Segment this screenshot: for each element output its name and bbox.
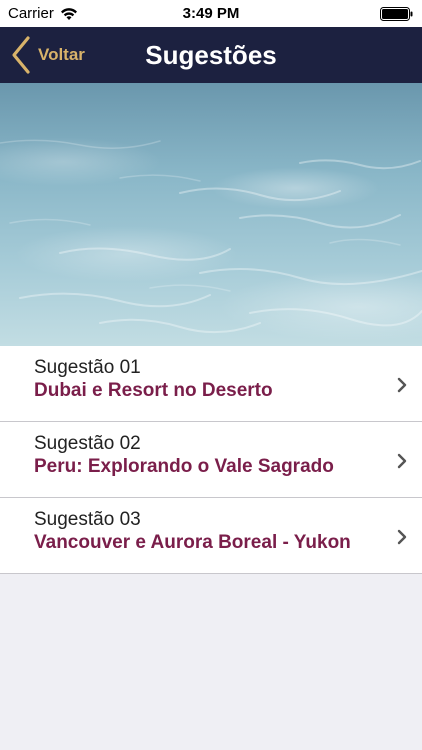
- suggestion-title: Dubai e Resort no Deserto: [34, 380, 273, 401]
- water-ripples-graphic: [0, 139, 422, 334]
- suggestion-item-1[interactable]: Sugestão 01 Dubai e Resort no Deserto: [0, 346, 422, 422]
- navigation-bar: Voltar Sugestões: [0, 27, 422, 83]
- suggestion-label: Sugestão 01: [34, 357, 141, 378]
- suggestion-item-2[interactable]: Sugestão 02 Peru: Explorando o Vale Sagr…: [0, 422, 422, 498]
- chevron-right-icon: [396, 376, 408, 394]
- suggestion-label: Sugestão 02: [34, 433, 141, 454]
- status-time: 3:49 PM: [182, 5, 240, 22]
- status-bar: Carrier 3:49 PM: [0, 0, 422, 27]
- chevron-right-icon: [396, 528, 408, 546]
- battery-icon: [380, 7, 414, 21]
- header-image: [0, 83, 422, 346]
- suggestion-item-3[interactable]: Sugestão 03 Vancouver e Aurora Boreal - …: [0, 498, 422, 574]
- page-title: Sugestões: [145, 40, 277, 70]
- suggestion-title: Peru: Explorando o Vale Sagrado: [34, 456, 334, 477]
- suggestion-title: Vancouver e Aurora Boreal - Yukon: [34, 532, 351, 553]
- chevron-right-icon: [396, 452, 408, 470]
- suggestions-list: Sugestão 01 Dubai e Resort no Deserto Su…: [0, 346, 422, 574]
- suggestion-label: Sugestão 03: [34, 509, 141, 530]
